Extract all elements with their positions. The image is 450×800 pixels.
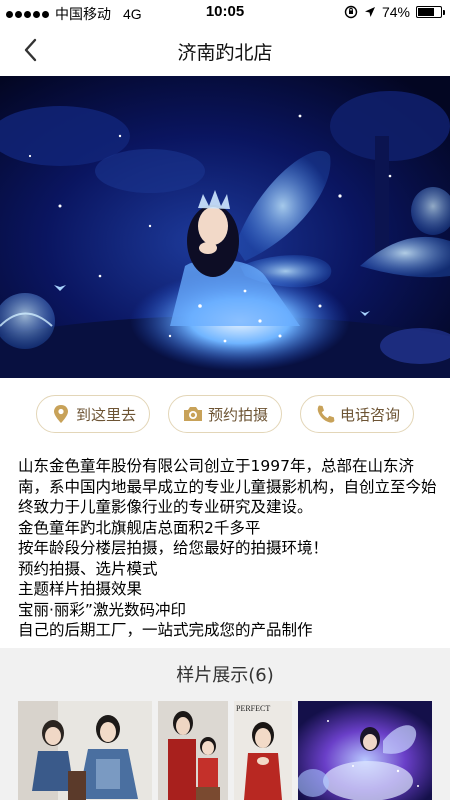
description-line: 主题样片拍摄效果 <box>18 580 143 598</box>
status-bar: 中国移动 4G 10:05 74% <box>0 0 450 24</box>
gallery-title: 样片展示(6) <box>0 648 450 700</box>
status-right: 74% <box>344 4 445 20</box>
orientation-lock-icon <box>344 5 358 19</box>
navigate-button-label: 到这里去 <box>75 405 136 424</box>
description-line: 按年龄段分楼层拍摄，给您最好的拍摄环境！ <box>18 539 329 557</box>
store-description: 山东金色童年股份有限公司创立于1997年，总部在山东济南，系中国内地最早成立的专… <box>18 456 438 641</box>
gallery-thumbnail[interactable] <box>18 701 152 800</box>
description-line: 自己的后期工厂，一站式完成您的产品制作 <box>18 621 313 639</box>
location-arrow-icon <box>364 7 375 17</box>
sample-gallery: PERFECT <box>0 700 450 800</box>
navigate-button[interactable]: 到这里去 <box>36 395 150 433</box>
book-shoot-button-label: 预约拍摄 <box>207 405 268 424</box>
battery-level <box>418 8 434 16</box>
book-shoot-button[interactable]: 预约拍摄 <box>168 395 282 433</box>
battery-percent: 74% <box>381 4 410 20</box>
description-line: 宝丽·丽彩”激光数码冲印 <box>18 600 186 619</box>
sample-photo-1 <box>18 701 152 800</box>
camera-icon <box>182 403 204 425</box>
description-line: 预约拍摄、选片模式 <box>18 559 158 578</box>
sample-photo-3: PERFECT <box>234 701 292 800</box>
action-buttons: 到这里去 预约拍摄 电话咨询 <box>0 378 450 450</box>
sample-photo-4 <box>298 701 432 800</box>
location-pin-icon <box>50 403 72 425</box>
description-line: 山东金色童年股份有限公司创立于1997年，总部在山东济南，系中国内地最早成立的专… <box>18 457 437 516</box>
navigation-bar: 济南趵北店 <box>0 24 450 76</box>
description-line: 金色童年趵北旗舰店总面积2千多平 <box>18 518 261 537</box>
store-banner-photo <box>0 76 450 378</box>
sample-photo-2 <box>158 701 228 800</box>
fairy-photo-illustration <box>0 76 450 378</box>
gallery-thumbnail[interactable] <box>158 701 228 800</box>
gallery-thumbnail[interactable]: PERFECT <box>234 701 292 800</box>
page-title: 济南趵北店 <box>177 42 273 64</box>
phone-icon <box>314 403 336 425</box>
gallery-thumbnail[interactable] <box>298 701 432 800</box>
battery-icon <box>416 6 445 18</box>
phone-consult-button-label: 电话咨询 <box>339 405 400 424</box>
thumb-caption: PERFECT <box>236 704 270 713</box>
phone-consult-button[interactable]: 电话咨询 <box>300 395 414 433</box>
